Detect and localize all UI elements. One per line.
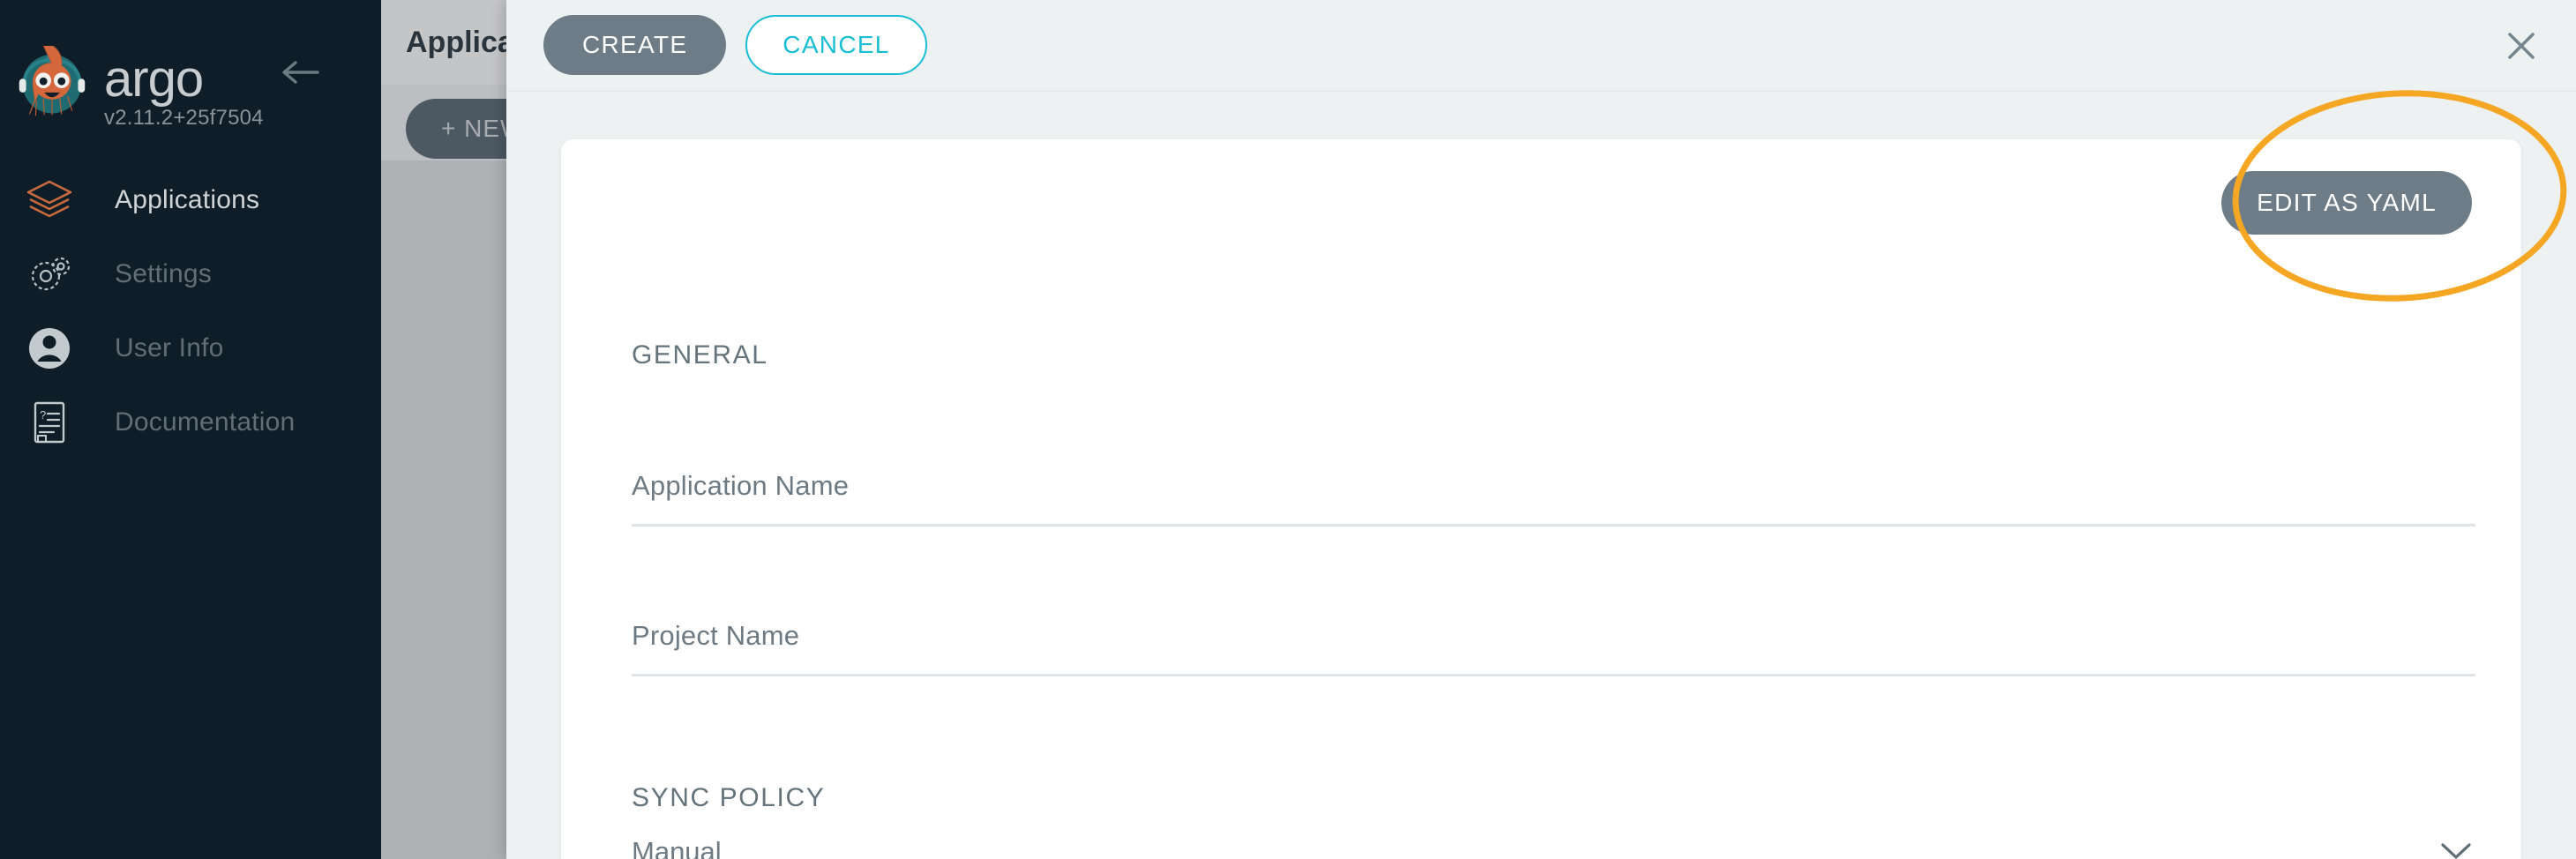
brand-wordmark: argo [104, 50, 204, 108]
sync-policy-value: Manual [632, 836, 722, 859]
close-panel-button[interactable] [2495, 19, 2548, 72]
panel-header: CREATE CANCEL [506, 0, 2576, 92]
app-root: Applications + NEW APP [0, 0, 2576, 859]
application-name-label: Application Name [632, 470, 850, 501]
sidebar-item-user-info[interactable]: User Info [0, 311, 381, 385]
sidebar-item-label: Documentation [115, 407, 296, 437]
sidebar-nav: Applications Settings User Info ? Docume… [0, 163, 381, 459]
field-underline [632, 674, 2475, 676]
edit-as-yaml-button[interactable]: EDIT AS YAML [2221, 171, 2472, 235]
general-section-heading: GENERAL [632, 340, 768, 370]
document-faq-icon: ? [16, 399, 83, 446]
sidebar-item-label: User Info [115, 333, 224, 362]
version-label: v2.11.2+25f7504 [104, 106, 264, 130]
create-button[interactable]: CREATE [543, 15, 727, 75]
sidebar-item-label: Settings [115, 259, 212, 288]
arrow-left-icon [282, 61, 319, 84]
cancel-button[interactable]: CANCEL [745, 15, 927, 75]
sidebar-item-documentation[interactable]: ? Documentation [0, 385, 381, 459]
sidebar-item-settings[interactable]: Settings [0, 237, 381, 311]
sidebar-item-label: Applications [115, 185, 260, 214]
project-name-label: Project Name [632, 620, 800, 651]
sidebar-collapse-button[interactable] [273, 46, 326, 99]
panel-action-buttons: CREATE CANCEL [543, 15, 927, 75]
layers-icon [16, 178, 83, 222]
sidebar-item-applications[interactable]: Applications [0, 163, 381, 237]
project-name-field[interactable]: Project Name [632, 620, 2475, 676]
application-form-card: EDIT AS YAML GENERAL Application Name Pr… [561, 139, 2521, 859]
sidebar-header: argo v2.11.2+25f7504 [0, 0, 381, 159]
gear-icon [16, 252, 83, 296]
chevron-down-icon[interactable] [2438, 840, 2474, 859]
application-name-field[interactable]: Application Name [632, 470, 2475, 527]
sync-policy-select[interactable]: Manual [632, 836, 2475, 859]
field-underline [632, 524, 2475, 527]
user-circle-icon [16, 325, 83, 372]
sync-policy-heading: SYNC POLICY [632, 783, 826, 812]
create-application-panel: CREATE CANCEL EDIT AS YAML GENERAL Appli… [506, 0, 2576, 859]
svg-text:?: ? [40, 408, 46, 422]
argo-logo-icon [19, 46, 86, 116]
close-icon [2508, 33, 2535, 59]
sidebar: argo v2.11.2+25f7504 Applications Settin… [0, 0, 381, 859]
